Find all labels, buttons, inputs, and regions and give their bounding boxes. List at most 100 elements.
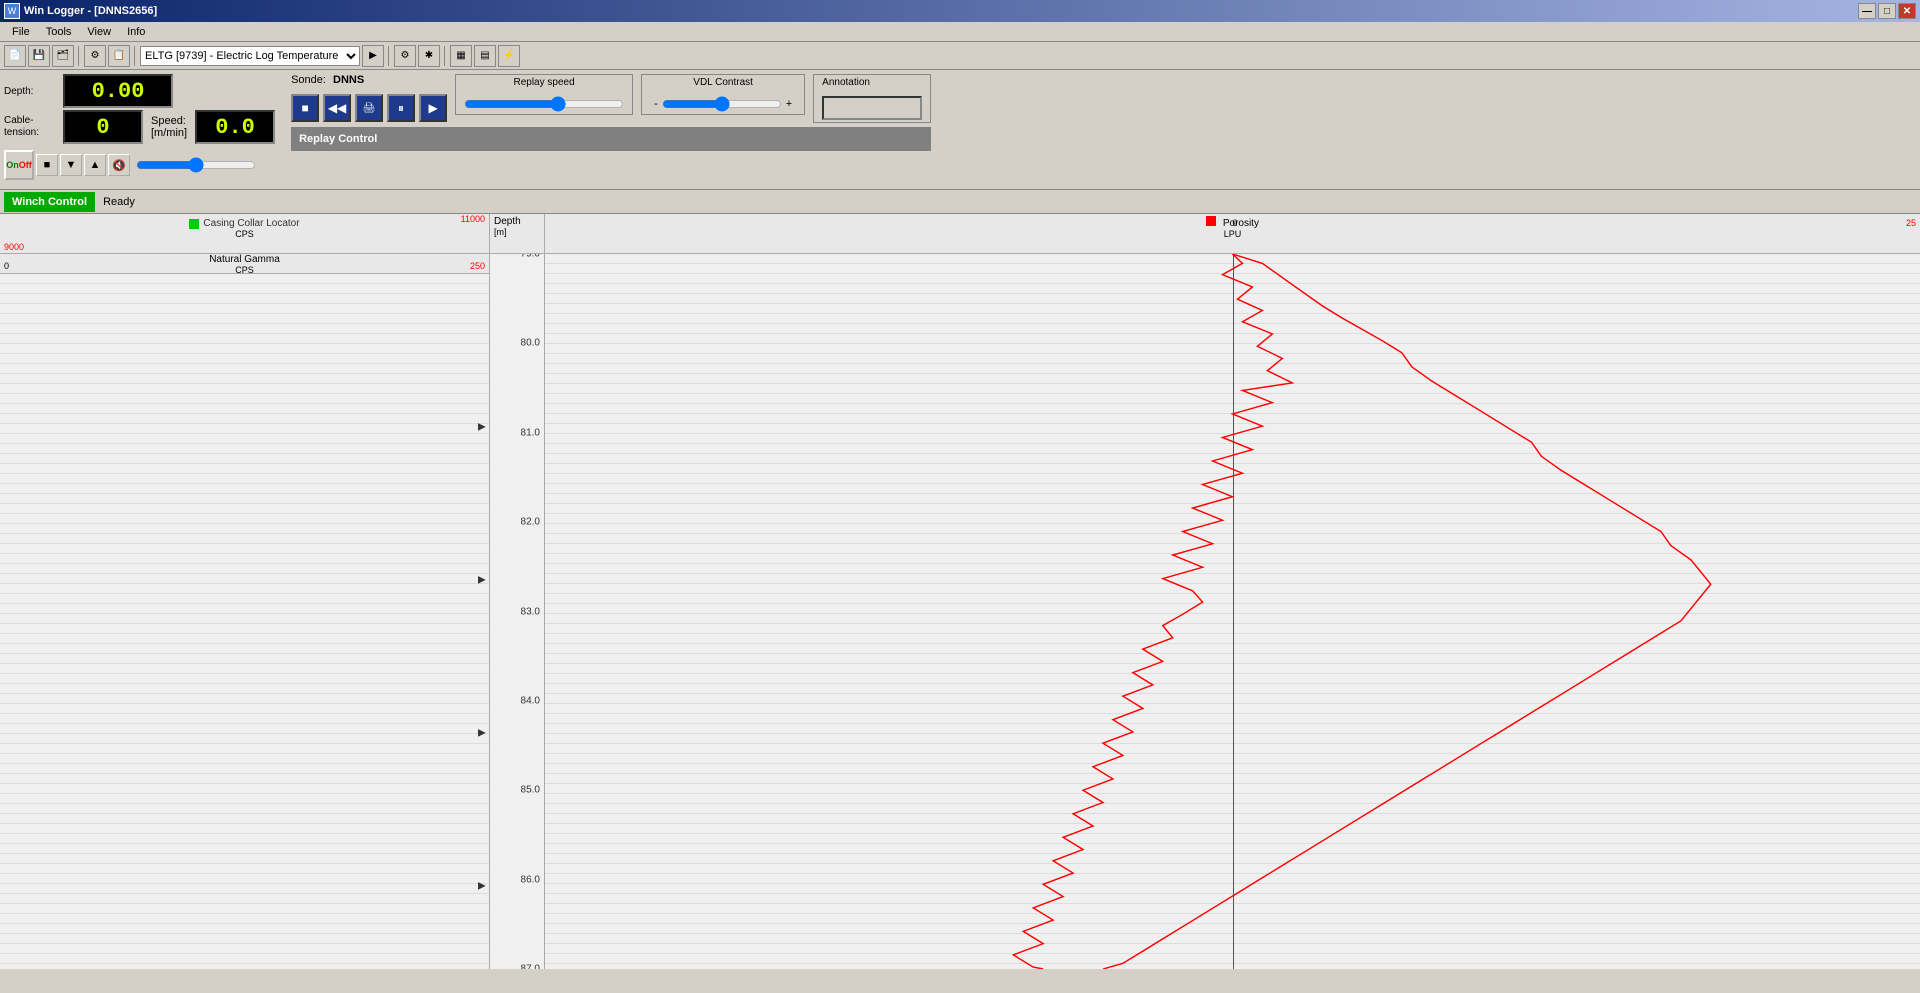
instrument-dropdown[interactable]: ELTG [9739] - Electric Log Temperature [140, 46, 360, 66]
depth-label-82: 82.0 [521, 517, 540, 528]
minimize-button[interactable]: — [1858, 3, 1876, 19]
sonde-row: Sonde: DNNS [291, 74, 447, 86]
annotation-section: Annotation [813, 74, 931, 123]
up-button[interactable]: ▲ [84, 154, 106, 176]
menu-file[interactable]: File [4, 24, 38, 40]
mute-button[interactable]: 🔇 [108, 154, 130, 176]
vdl-plus: + [786, 98, 792, 110]
window-title: Win Logger - [DNNS2656] [24, 5, 157, 17]
gamma-scale-left: 0 [4, 261, 9, 271]
right-panel: Depth [m] Porosity LPU 0 25 79.0 80.0 81.0… [490, 214, 1920, 969]
depth-label-83: 83.0 [521, 606, 540, 617]
volume-slider[interactable] [136, 157, 256, 173]
depth-track: 79.080.081.082.083.084.085.086.087.0 [490, 254, 545, 969]
replay-control-bar: Replay Control [291, 127, 931, 151]
stop-button[interactable]: ■ [36, 154, 58, 176]
menu-bar: File Tools View Info [0, 22, 1920, 42]
depth-header-unit: [m] [494, 227, 540, 237]
toolbar-btn-11[interactable]: ⚡ [498, 45, 520, 67]
porosity-scale-right: 25 [1906, 218, 1916, 228]
toolbar-btn-9[interactable]: ▦ [450, 45, 472, 67]
vdl-minus: - [654, 98, 658, 110]
toolbar-sep-2 [134, 46, 136, 66]
replay-speed-label: Replay speed [513, 77, 574, 88]
menu-info[interactable]: Info [119, 24, 153, 40]
toolbar-btn-5[interactable]: 📋 [108, 45, 130, 67]
depth-column-header: Depth [m] [490, 214, 545, 253]
menu-view[interactable]: View [79, 24, 119, 40]
depth-arrow-2: ▶ [478, 574, 486, 585]
depth-arrow-4: ▶ [478, 880, 486, 891]
porosity-indicator [1206, 216, 1216, 226]
title-bar-buttons: — □ ✕ [1858, 3, 1916, 19]
depth-label-80: 80.0 [521, 338, 540, 349]
toolbar-btn-10[interactable]: ▤ [474, 45, 496, 67]
porosity-unit: LPU [549, 229, 1916, 239]
gamma-header: Natural Gamma CPS 0 250 [0, 254, 489, 274]
log-area: Casing Collar Locator CPS 9000 11000 Nat… [0, 214, 1920, 969]
right-content: 79.080.081.082.083.084.085.086.087.0 [490, 254, 1920, 969]
app-icon: W [4, 3, 20, 19]
replay-speed-section: Replay speed [455, 74, 633, 115]
vdl-slider[interactable] [662, 96, 782, 112]
maximize-button[interactable]: □ [1878, 3, 1896, 19]
cable-row: Cable-tension: 0 Speed:[m/min] 0.0 [4, 110, 275, 144]
stop-play-button[interactable]: ■ [291, 94, 319, 122]
replay-speed-slider[interactable] [464, 96, 624, 112]
depth-label-84: 84.0 [521, 695, 540, 706]
controls-row: Depth: 0.00 Cable-tension: 0 Speed:[m/mi… [0, 70, 1920, 190]
speed-display: 0.0 [195, 110, 275, 144]
porosity-title: Porosity [1223, 218, 1259, 229]
rewind-button[interactable]: ◀◀ [323, 94, 351, 122]
vdl-contrast-section: VDL Contrast - + [641, 74, 805, 115]
toolbar-sep-3 [388, 46, 390, 66]
menu-tools[interactable]: Tools [38, 24, 80, 40]
on-off-button[interactable]: OnOff [4, 150, 34, 180]
close-button[interactable]: ✕ [1898, 3, 1916, 19]
small-controls: OnOff ■ ▼ ▲ 🔇 [4, 150, 275, 180]
porosity-column-header: Porosity LPU 0 25 [545, 214, 1920, 253]
toolbar-sep-4 [444, 46, 446, 66]
ccl-header: Casing Collar Locator CPS 9000 11000 [0, 214, 489, 254]
vdl-label: VDL Contrast [693, 77, 753, 88]
title-bar: W Win Logger - [DNNS2656] — □ ✕ [0, 0, 1920, 22]
depth-label: Depth: [4, 86, 59, 97]
pause-button[interactable]: ⏸ [387, 94, 415, 122]
sonde-value: DNNS [333, 74, 364, 86]
porosity-scale-left: 0 [1233, 218, 1238, 228]
toolbar-btn-6[interactable]: ▶ [362, 45, 384, 67]
down-button[interactable]: ▼ [60, 154, 82, 176]
annotation-label: Annotation [822, 77, 922, 88]
depth-arrow-3: ▶ [478, 727, 486, 738]
ccl-indicator [189, 219, 199, 229]
porosity-waveform [545, 254, 1920, 969]
toolbar-btn-1[interactable]: 📄 [4, 45, 26, 67]
ccl-unit: CPS [4, 229, 485, 239]
depth-label-86: 86.0 [521, 874, 540, 885]
annotation-input[interactable] [822, 96, 922, 120]
depth-label-81: 81.0 [521, 427, 540, 438]
depth-label-79: 79.0 [521, 254, 540, 260]
winch-control-label: Winch Control [4, 192, 95, 212]
depth-row: Depth: 0.00 [4, 74, 275, 108]
toolbar-btn-7[interactable]: ⚙ [394, 45, 416, 67]
toolbar-btn-4[interactable]: ⚙ [84, 45, 106, 67]
print-button[interactable]: 🖨 [355, 94, 383, 122]
speed-label: Speed:[m/min] [151, 115, 187, 139]
play-button[interactable]: ▶ [419, 94, 447, 122]
gamma-title: Natural Gamma [0, 254, 489, 265]
ccl-scale-left: 9000 [4, 242, 24, 252]
winch-bar: Winch Control Ready [0, 190, 1920, 214]
left-track-content: ▶ ▶ ▶ ▶ [0, 274, 489, 969]
depth-label-87: 87.0 [521, 964, 540, 970]
depth-arrow-1: ▶ [478, 421, 486, 432]
toolbar-btn-2[interactable]: 💾 [28, 45, 50, 67]
ccl-scale-right: 11000 [461, 214, 485, 224]
toolbar-btn-3[interactable]: 🗂 [52, 45, 74, 67]
gamma-scale-right: 250 [470, 261, 485, 271]
sonde-label: Sonde: [291, 74, 326, 86]
depth-display: 0.00 [63, 74, 173, 108]
toolbar-btn-8[interactable]: ✱ [418, 45, 440, 67]
toolbar-sep-1 [78, 46, 80, 66]
right-header: Depth [m] Porosity LPU 0 25 [490, 214, 1920, 254]
